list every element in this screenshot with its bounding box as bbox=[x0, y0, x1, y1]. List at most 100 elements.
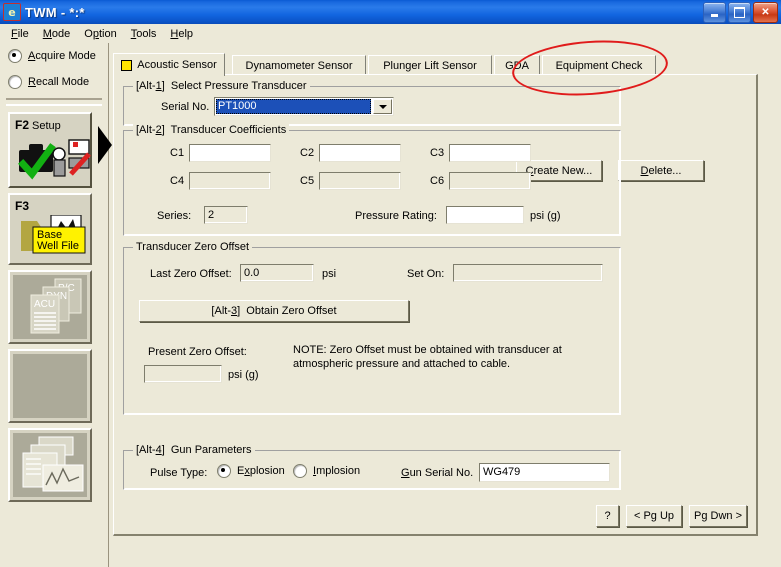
tab-plunger-lift-sensor-label: Plunger Lift Sensor bbox=[383, 59, 477, 72]
series-label: Series: bbox=[157, 210, 192, 222]
application-window: e TWM - *:* ✕ File Mode Option Tools Hel… bbox=[0, 0, 781, 567]
gun-serial-no-field[interactable]: WG479 bbox=[479, 463, 610, 482]
page-up-button[interactable]: < Pg Up bbox=[626, 505, 682, 527]
c2-field[interactable] bbox=[319, 144, 401, 162]
group-transducer-coefficients-label: [Alt-2] Transducer Coefficients bbox=[133, 124, 290, 136]
tab-dynamometer-sensor[interactable]: Dynamometer Sensor bbox=[232, 55, 366, 75]
sidebar-button-f3-base-well-file[interactable]: F3 Base Well File bbox=[8, 193, 92, 265]
pressure-rating-label: Pressure Rating: bbox=[355, 210, 437, 222]
maximize-icon bbox=[734, 7, 745, 18]
pressure-rating-units: psi (g) bbox=[530, 210, 561, 222]
serial-no-combo[interactable]: PT1000 bbox=[214, 97, 394, 116]
radio-recall-mode[interactable]: Recall Mode bbox=[0, 65, 108, 91]
zero-offset-note: NOTE: Zero Offset must be obtained with … bbox=[293, 344, 562, 370]
group-transducer-coefficients: [Alt-2] Transducer Coefficients C1 C2 C3… bbox=[123, 124, 621, 236]
radio-acquire-mode-indicator bbox=[8, 49, 22, 63]
radio-explosion[interactable]: Explosion bbox=[217, 464, 285, 478]
chevron-down-icon[interactable] bbox=[373, 99, 392, 114]
radio-explosion-indicator bbox=[217, 464, 231, 478]
tab-equipment-check[interactable]: Equipment Check bbox=[542, 55, 656, 75]
sidebar-expand-arrow-icon[interactable] bbox=[98, 126, 112, 164]
c6-field[interactable] bbox=[449, 172, 531, 190]
minimize-icon bbox=[711, 13, 718, 17]
document-stack-icon: P/C DYN ACU bbox=[13, 275, 87, 339]
group-gun-parameters: [Alt-4] Gun Parameters Pulse Type: Explo… bbox=[123, 444, 621, 490]
tab-panel-acoustic-sensor: [Alt-1] Select Pressure Transducer Seria… bbox=[113, 74, 758, 536]
present-zero-offset-field[interactable] bbox=[144, 365, 222, 383]
window-title: TWM - *:* bbox=[25, 4, 85, 20]
tab-gda[interactable]: GDA bbox=[494, 55, 540, 75]
c3-label: C3 bbox=[430, 147, 445, 159]
maximize-button[interactable] bbox=[728, 2, 751, 23]
c1-field[interactable] bbox=[189, 144, 271, 162]
page-up-label: < Pg Up bbox=[633, 510, 675, 522]
menu-mode[interactable]: Mode bbox=[36, 26, 78, 42]
c4-field[interactable] bbox=[189, 172, 271, 190]
last-zero-offset-units: psi bbox=[322, 268, 337, 280]
sidebar-button-f2-setup[interactable]: F2 Setup bbox=[8, 112, 112, 188]
sidebar-button-blank[interactable] bbox=[8, 349, 92, 423]
report-chart-icon bbox=[13, 433, 87, 497]
tab-acoustic-sensor-label: Acoustic Sensor bbox=[137, 59, 217, 71]
help-button[interactable]: ? bbox=[596, 505, 619, 527]
radio-explosion-label: Explosion bbox=[237, 465, 285, 477]
sidebar-button-reports[interactable] bbox=[8, 428, 92, 502]
radio-implosion-indicator bbox=[293, 464, 307, 478]
c2-label: C2 bbox=[300, 147, 315, 159]
delete-button[interactable]: Delete... bbox=[618, 160, 704, 181]
sidebar-button-documents[interactable]: P/C DYN ACU bbox=[8, 270, 92, 344]
c5-label: C5 bbox=[300, 175, 315, 187]
group-transducer-zero-offset: Transducer Zero Offset Last Zero Offset:… bbox=[123, 241, 621, 415]
last-zero-offset-label: Last Zero Offset: bbox=[150, 268, 232, 280]
group-gun-parameters-label: [Alt-4] Gun Parameters bbox=[133, 444, 255, 456]
page-down-button[interactable]: Pg Dwn > bbox=[689, 505, 747, 527]
menu-bar: File Mode Option Tools Help bbox=[0, 24, 781, 43]
obtain-zero-offset-button[interactable]: [Alt-3] Obtain Zero Offset bbox=[139, 300, 409, 322]
tab-gda-label: GDA bbox=[505, 59, 529, 72]
page-down-label: Pg Dwn > bbox=[694, 510, 742, 522]
set-on-field[interactable] bbox=[453, 264, 603, 282]
tab-acoustic-sensor[interactable]: Acoustic Sensor bbox=[113, 53, 225, 76]
radio-acquire-mode-label: Acquire Mode bbox=[28, 50, 96, 62]
group-transducer-zero-offset-label: Transducer Zero Offset bbox=[133, 241, 253, 253]
title-bar: e TWM - *:* ✕ bbox=[0, 0, 781, 24]
sidebar-button-f2-label: Setup bbox=[32, 120, 61, 132]
yellow-square-icon bbox=[121, 59, 133, 71]
c1-label: C1 bbox=[170, 147, 185, 159]
c6-label: C6 bbox=[430, 175, 445, 187]
tab-plunger-lift-sensor[interactable]: Plunger Lift Sensor bbox=[368, 55, 492, 75]
set-on-label: Set On: bbox=[407, 268, 445, 280]
group-select-pressure-transducer: [Alt-1] Select Pressure Transducer Seria… bbox=[123, 80, 621, 126]
c3-field[interactable] bbox=[449, 144, 531, 162]
radio-recall-mode-indicator bbox=[8, 75, 22, 89]
serial-no-label: Serial No. bbox=[161, 101, 210, 113]
app-icon: e bbox=[3, 3, 21, 21]
toolbox-check-icon bbox=[15, 134, 91, 182]
menu-file[interactable]: File bbox=[4, 26, 36, 42]
c5-field[interactable] bbox=[319, 172, 401, 190]
pressure-rating-field[interactable] bbox=[446, 206, 524, 224]
svg-text:Well File: Well File bbox=[37, 240, 79, 252]
minimize-button[interactable] bbox=[703, 2, 726, 23]
c4-label: C4 bbox=[170, 175, 185, 187]
close-button[interactable]: ✕ bbox=[753, 2, 778, 23]
yellow-folder-icon: Base Well File bbox=[15, 214, 86, 259]
radio-acquire-mode[interactable]: Acquire Mode bbox=[0, 43, 108, 65]
left-sidebar: Acquire Mode Recall Mode F2 Setup F3 Bas… bbox=[0, 43, 112, 567]
menu-tools[interactable]: Tools bbox=[124, 26, 164, 42]
radio-implosion[interactable]: Implosion bbox=[293, 464, 360, 478]
tab-equipment-check-label: Equipment Check bbox=[555, 59, 643, 72]
radio-recall-mode-label: Recall Mode bbox=[28, 76, 90, 88]
close-icon: ✕ bbox=[761, 7, 770, 18]
gun-serial-no-label: Gun Serial No. bbox=[401, 467, 474, 479]
window-controls: ✕ bbox=[703, 2, 778, 23]
svg-text:ACU: ACU bbox=[34, 299, 55, 310]
menu-option[interactable]: Option bbox=[77, 26, 123, 42]
last-zero-offset-field[interactable]: 0.0 bbox=[240, 264, 314, 282]
pulse-type-label: Pulse Type: bbox=[150, 467, 208, 479]
sidebar-button-f2-key: F2 Setup bbox=[15, 118, 61, 132]
blank-icon bbox=[13, 354, 87, 418]
help-button-label: ? bbox=[604, 510, 611, 522]
series-field[interactable]: 2 bbox=[204, 206, 248, 224]
menu-help[interactable]: Help bbox=[163, 26, 200, 42]
